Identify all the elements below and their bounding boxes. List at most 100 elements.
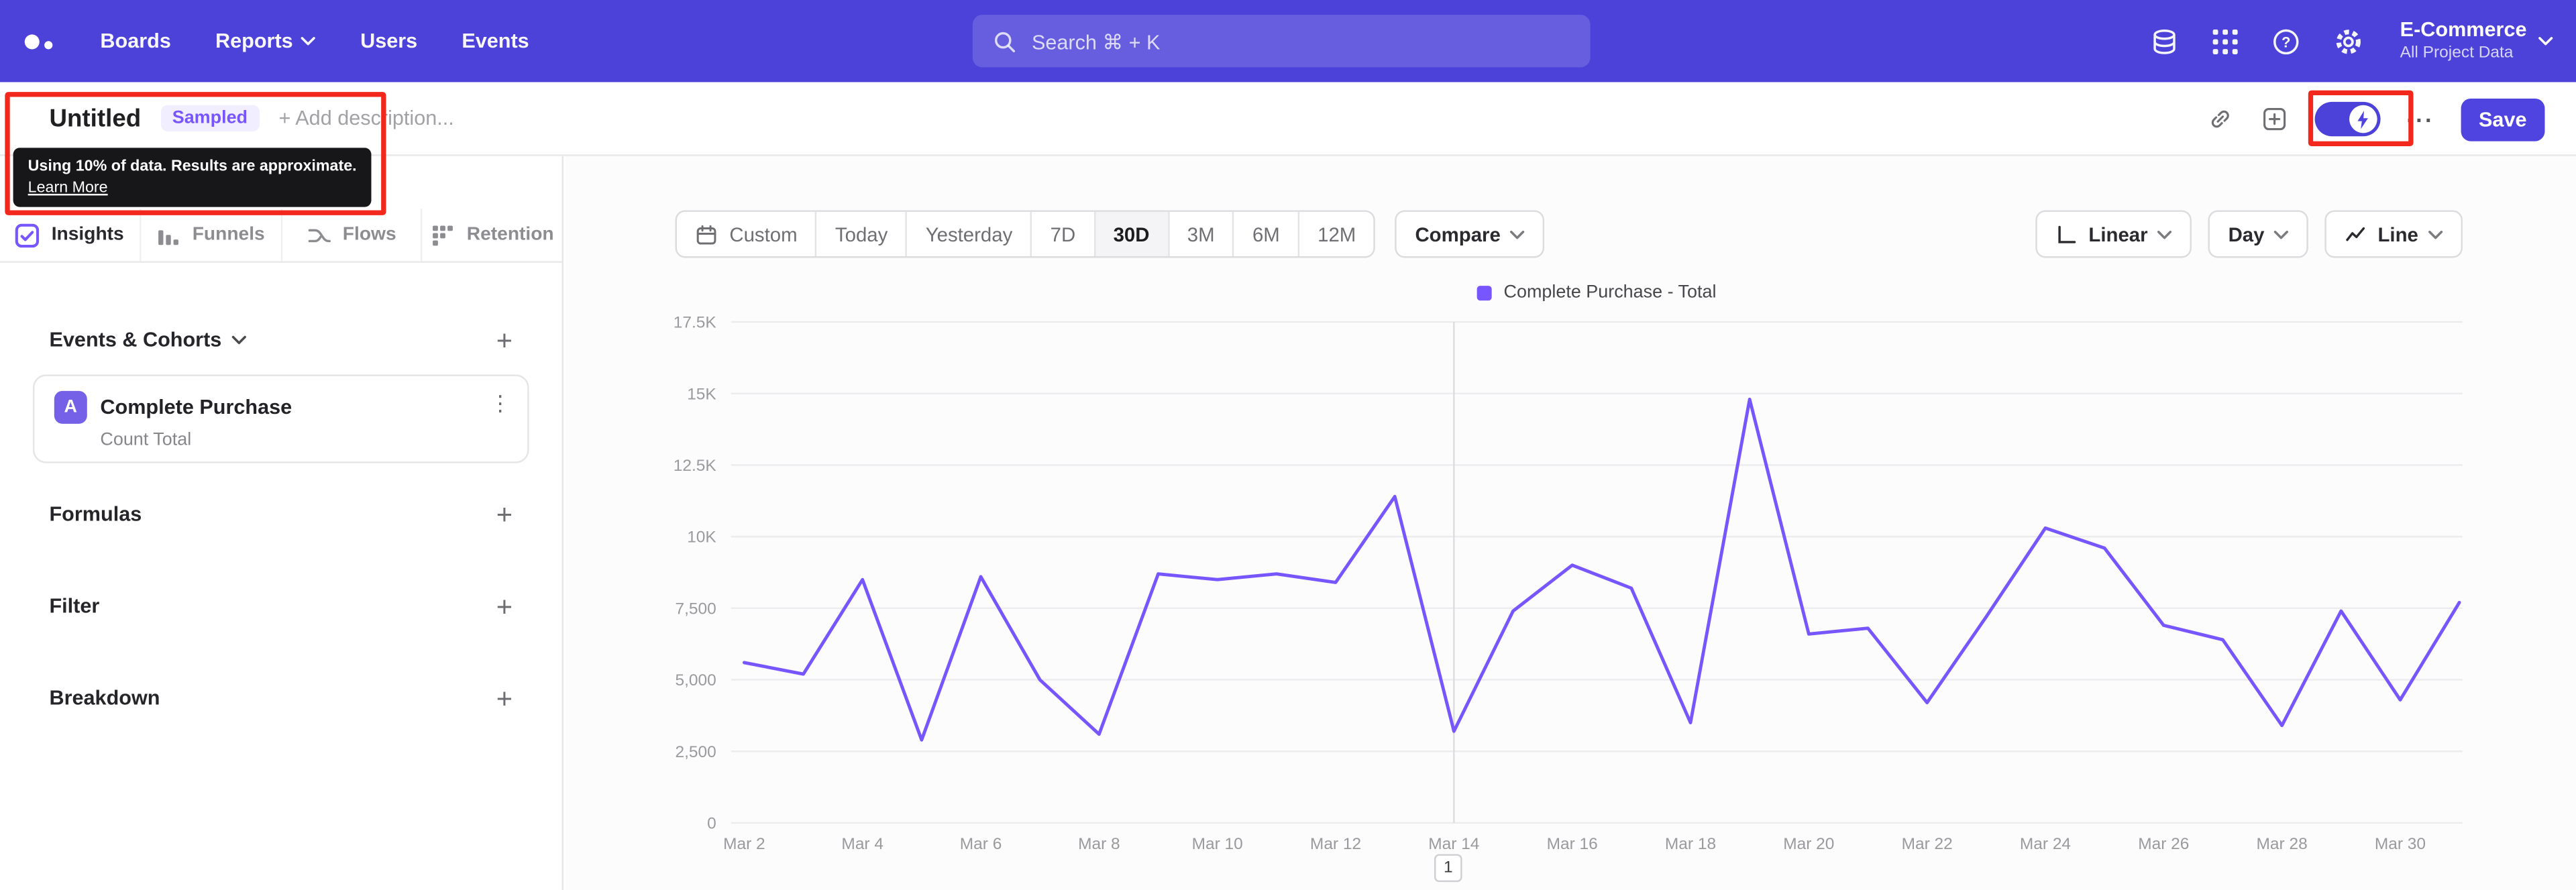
y-tick-label: 12.5K [674, 457, 717, 475]
chart-controls: Linear Day Line [2036, 210, 2463, 258]
chart-page-number[interactable]: 1 [1434, 854, 1462, 883]
add-event-button[interactable]: + [496, 326, 513, 354]
range-6m[interactable]: 6M [1232, 211, 1298, 257]
range-custom-label: Custom [729, 222, 798, 246]
apps-grid-icon[interactable] [2211, 27, 2239, 55]
chevron-down-icon [301, 37, 316, 46]
event-card[interactable]: A Complete Purchase Count Total ⋮ [32, 374, 529, 463]
x-tick-label: Mar 30 [2375, 835, 2426, 853]
chevron-down-icon [2157, 229, 2172, 239]
flows-icon [307, 223, 331, 247]
tab-insights-label: Insights [51, 225, 124, 245]
chart-type-select[interactable]: Line [2325, 210, 2463, 258]
range-12m[interactable]: 12M [1297, 211, 1374, 257]
funnels-icon [156, 223, 181, 247]
breakdown-header[interactable]: Breakdown + [0, 680, 562, 716]
x-tick-label: Mar 26 [2138, 835, 2189, 853]
insights-icon [15, 223, 40, 247]
tab-retention[interactable]: Retention [421, 209, 562, 262]
event-name[interactable]: Complete Purchase [100, 396, 292, 419]
line-chart-icon [2345, 223, 2367, 245]
org-name: E-Commerce [2400, 18, 2527, 42]
logo-dot-large [24, 34, 40, 49]
calendar-icon [695, 223, 718, 245]
query-builder-sidebar: Insights Funnels Flows Retention Events … [0, 156, 564, 890]
sampling-tooltip-text: Using 10% of data. Results are approxima… [28, 158, 357, 176]
granularity-label: Day [2228, 222, 2265, 246]
nav-boards[interactable]: Boards [100, 30, 170, 52]
breakdown-label: Breakdown [49, 686, 160, 710]
events-cohorts-label: Events & Cohorts [49, 328, 222, 352]
retention-icon [431, 223, 455, 247]
event-metric-select[interactable]: Count Total [100, 431, 191, 450]
project-switcher[interactable]: E-Commerce All Project Data [2400, 18, 2553, 64]
filter-header[interactable]: Filter + [0, 588, 562, 624]
x-tick-label: Mar 8 [1078, 835, 1120, 853]
axis-scale-label: Linear [2088, 222, 2148, 246]
report-title[interactable]: Untitled [49, 105, 141, 133]
tab-insights[interactable]: Insights [0, 209, 140, 261]
range-7d[interactable]: 7D [1030, 211, 1093, 257]
x-tick-label: Mar 12 [1310, 835, 1361, 853]
x-tick-label: Mar 4 [841, 835, 883, 853]
x-tick-label: Mar 16 [1547, 835, 1598, 853]
data-management-icon[interactable] [2149, 25, 2180, 57]
range-30d[interactable]: 30D [1093, 211, 1168, 257]
gear-icon[interactable] [2332, 25, 2364, 57]
nav-utilities: ? E-Commerce All Project Data [2149, 0, 2553, 82]
more-options-button[interactable]: ··· [2406, 106, 2434, 132]
x-tick-label: Mar 28 [2257, 835, 2308, 853]
logo-dot-small [44, 40, 53, 49]
help-icon[interactable]: ? [2270, 25, 2302, 57]
search-icon [992, 29, 1017, 54]
nav-reports-label: Reports [215, 30, 293, 53]
add-to-board-icon[interactable] [2260, 105, 2288, 133]
add-breakdown-button[interactable]: + [496, 684, 513, 712]
x-tick-label: Mar 14 [1428, 835, 1479, 853]
report-title-group: Untitled Sampled + Add description... [49, 105, 453, 133]
nav-users[interactable]: Users [360, 30, 417, 52]
formulas-label: Formulas [49, 502, 142, 526]
chevron-down-icon [2538, 37, 2553, 46]
add-description-field[interactable]: + Add description... [279, 107, 454, 129]
data-line [742, 397, 2461, 742]
range-yesterday[interactable]: Yesterday [906, 211, 1030, 257]
compare-button[interactable]: Compare [1395, 210, 1545, 258]
sampled-badge[interactable]: Sampled [160, 105, 260, 131]
sampling-tooltip: Using 10% of data. Results are approxima… [13, 148, 372, 208]
nav-reports[interactable]: Reports [215, 30, 316, 52]
range-3m[interactable]: 3M [1167, 211, 1232, 257]
x-tick-label: Mar 24 [2020, 835, 2071, 853]
line-chart-plot[interactable]: 0 2,500 5,000 7,500 10K 12.5K 15K 17.5K Mar 2 Mar… [565, 314, 2576, 864]
project-info: E-Commerce All Project Data [2400, 18, 2527, 64]
range-today[interactable]: Today [815, 211, 906, 257]
top-nav: Boards Reports Users Events Search ⌘ + K… [0, 0, 2576, 82]
search-input[interactable]: Search ⌘ + K [972, 15, 1591, 68]
share-link-icon[interactable] [2206, 105, 2234, 133]
axis-scale-select[interactable]: Linear [2036, 210, 2192, 258]
report-canvas: Custom Today Yesterday 7D 30D 3M 6M 12M … [565, 156, 2576, 890]
chart-legend[interactable]: Complete Purchase - Total [731, 282, 2463, 302]
formulas-header[interactable]: Formulas + [0, 496, 562, 533]
y-tick-label: 5,000 [676, 671, 716, 689]
event-menu-button[interactable]: ⋮ [490, 391, 511, 417]
y-tick-label: 15K [687, 385, 716, 403]
save-button[interactable]: Save [2461, 97, 2545, 141]
add-filter-button[interactable]: + [496, 592, 513, 620]
add-formula-button[interactable]: + [496, 500, 513, 529]
tab-flows[interactable]: Flows [280, 209, 421, 262]
tab-retention-label: Retention [466, 225, 554, 245]
sampling-toggle[interactable] [2314, 101, 2381, 137]
tab-funnels[interactable]: Funnels [139, 209, 280, 262]
granularity-select[interactable]: Day [2208, 210, 2309, 258]
chevron-down-icon [231, 335, 246, 345]
date-toolbar: Custom Today Yesterday 7D 30D 3M 6M 12M … [675, 210, 1545, 258]
nav-events[interactable]: Events [462, 30, 529, 52]
learn-more-link[interactable]: Learn More [28, 178, 108, 199]
mixpanel-logo[interactable] [24, 34, 53, 49]
report-type-tabs: Insights Funnels Flows Retention [0, 209, 562, 263]
x-tick-label: Mar 10 [1192, 835, 1243, 853]
events-cohorts-header[interactable]: Events & Cohorts + [0, 322, 562, 358]
lightning-bolt-icon [2358, 109, 2369, 129]
range-custom[interactable]: Custom [677, 212, 816, 256]
